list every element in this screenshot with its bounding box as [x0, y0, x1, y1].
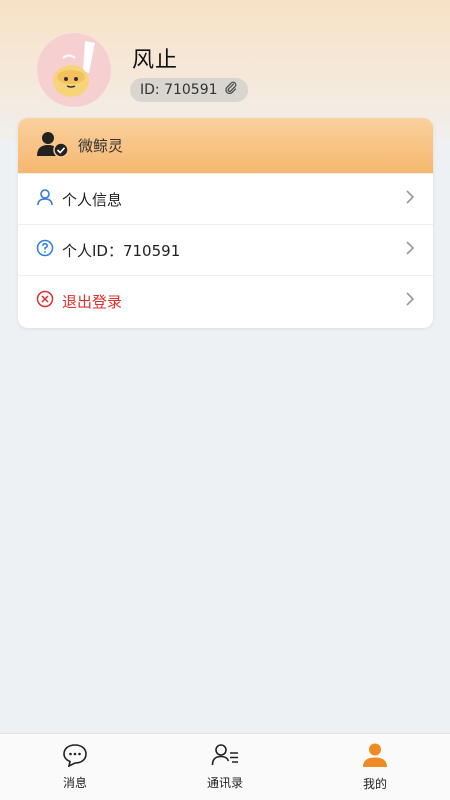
chat-bubble-icon	[62, 743, 88, 770]
bottom-tab-bar: 消息 通讯录 我的	[0, 733, 450, 800]
paperclip-icon[interactable]	[224, 81, 238, 99]
account-header-label: 微鲸灵	[78, 137, 124, 155]
menu-item-label: 个人信息	[62, 190, 123, 209]
menu-item-personal-id[interactable]: 个人ID：710591	[18, 224, 433, 275]
close-circle-icon	[36, 290, 54, 312]
tab-profile[interactable]: 我的	[300, 734, 450, 800]
user-id-text: ID: 710591	[140, 82, 218, 98]
tab-label: 消息	[62, 776, 87, 790]
account-menu-card: 微鲸灵 个人信息 个人ID：710591 退出登录	[18, 118, 433, 328]
tab-contacts[interactable]: 通讯录	[150, 734, 300, 800]
profile-icon	[362, 742, 388, 771]
profile-name: 风止	[132, 48, 179, 73]
menu-item-label: 个人ID：710591	[62, 241, 181, 260]
avatar[interactable]	[37, 33, 111, 107]
chevron-right-icon	[405, 189, 415, 209]
menu-item-label: 退出登录	[62, 292, 123, 311]
user-verified-icon	[36, 130, 70, 162]
menu-item-logout[interactable]: 退出登录	[18, 275, 433, 326]
chevron-right-icon	[405, 240, 415, 260]
account-header-row: 微鲸灵	[18, 118, 433, 173]
contacts-icon	[211, 743, 239, 770]
tab-messages[interactable]: 消息	[0, 734, 150, 800]
question-circle-icon	[36, 239, 54, 261]
avatar-image	[37, 33, 111, 107]
menu-item-personal-info[interactable]: 个人信息	[18, 173, 433, 224]
tab-label: 通讯录	[206, 776, 243, 790]
user-id-badge[interactable]: ID: 710591	[130, 78, 248, 102]
chevron-right-icon	[405, 291, 415, 311]
tab-label: 我的	[362, 777, 387, 791]
person-icon	[36, 188, 54, 210]
